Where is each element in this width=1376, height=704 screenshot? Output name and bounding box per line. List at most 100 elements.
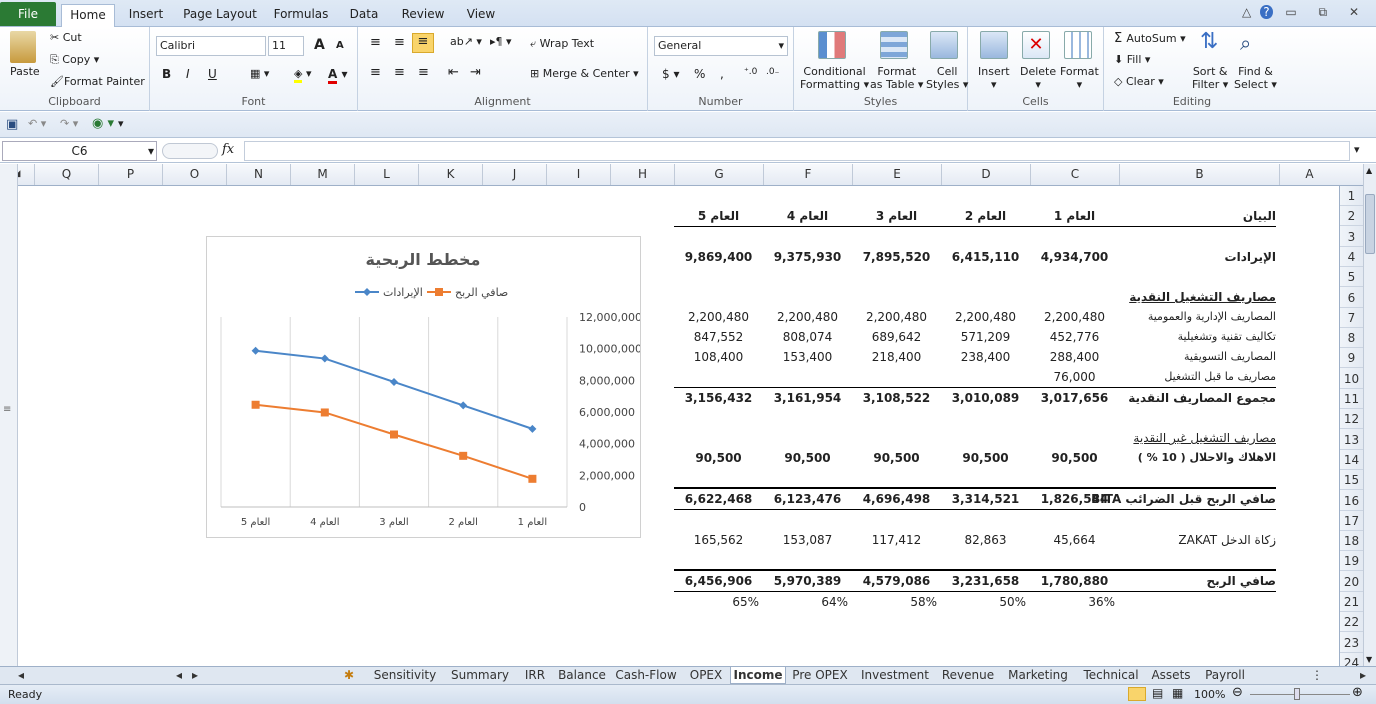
- align-right-icon[interactable]: ≡: [418, 65, 429, 80]
- ebita-cell[interactable]: 3,314,521: [941, 489, 1030, 509]
- clear-button[interactable]: ◇ Clear ▾: [1114, 75, 1164, 88]
- sort-filter-button[interactable]: Sort & Filter ▾: [1192, 65, 1228, 91]
- scroll-thumb[interactable]: [1365, 194, 1375, 254]
- sheet-tab-revenue[interactable]: Revenue: [936, 667, 1000, 684]
- ebita-cell[interactable]: 1,826,544: [1030, 489, 1119, 509]
- preop-label-cell[interactable]: مصاريف ما قبل التشغيل: [1124, 367, 1276, 387]
- customize-toolbar-icon[interactable]: ▾: [118, 117, 124, 130]
- paste-icon[interactable]: [10, 31, 36, 63]
- preop-cell[interactable]: 76,000: [1030, 367, 1119, 387]
- depreciation-cell[interactable]: 90,500: [1030, 448, 1119, 468]
- window-controls[interactable]: △? ▭ ⧉ ✕: [1242, 5, 1368, 20]
- zakat-cell[interactable]: 82,863: [941, 530, 1030, 550]
- sheet-tab-pre-opex[interactable]: Pre OPEX: [786, 667, 854, 684]
- total-opex-label-cell[interactable]: مجموع المصاريف النقدية: [1124, 388, 1276, 408]
- column-header[interactable]: A: [1279, 164, 1339, 185]
- sheet-tab-sensitivity[interactable]: Sensitivity: [366, 667, 444, 684]
- tab-view[interactable]: View: [458, 4, 504, 27]
- tech-cell[interactable]: 847,552: [674, 327, 763, 347]
- align-left-icon[interactable]: ≡: [370, 65, 381, 80]
- expand-formula-icon[interactable]: ▾: [1354, 143, 1360, 156]
- font-name-select[interactable]: Calibri: [156, 36, 266, 56]
- underline-button[interactable]: U: [208, 67, 217, 81]
- align-top-icon[interactable]: ≡: [370, 35, 381, 50]
- row-header[interactable]: 2: [1340, 206, 1363, 227]
- revenue-cell[interactable]: 4,934,700: [1030, 247, 1119, 267]
- autosum-button[interactable]: Σ AutoSum ▾: [1114, 31, 1186, 46]
- column-header[interactable]: Q: [34, 164, 98, 185]
- ebita-cell[interactable]: 6,123,476: [763, 489, 852, 509]
- zoom-slider-thumb[interactable]: [1294, 688, 1300, 700]
- depreciation-cell[interactable]: 90,500: [941, 448, 1030, 468]
- help-icon[interactable]: ?: [1260, 5, 1273, 19]
- insert-cells-icon[interactable]: [980, 31, 1008, 59]
- sheet-tab-payroll[interactable]: Payroll: [1196, 667, 1254, 684]
- profitability-chart[interactable]: مخطط الربحية صافي الربح الإيرادات 0 2,000,…: [206, 236, 642, 538]
- conditional-formatting-icon[interactable]: [818, 31, 846, 59]
- percent-button[interactable]: %: [694, 67, 705, 81]
- zakat-cell[interactable]: 165,562: [674, 530, 763, 550]
- column-header[interactable]: G: [674, 164, 763, 185]
- depreciation-cell[interactable]: 90,500: [674, 448, 763, 468]
- row-header[interactable]: 7: [1340, 308, 1363, 328]
- sheet-tab-investment[interactable]: Investment: [854, 667, 936, 684]
- noncash-title-cell[interactable]: مصاريف التشغيل غير النقدية: [1124, 428, 1276, 448]
- tech-cell[interactable]: 571,209: [941, 327, 1030, 347]
- total-opex-cell[interactable]: 3,017,656: [1030, 388, 1119, 408]
- marketing-label-cell[interactable]: المصاريف التسويقية: [1124, 347, 1276, 367]
- format-painter-button[interactable]: 🖌Format Painter: [50, 75, 145, 88]
- file-tab[interactable]: File: [0, 2, 56, 26]
- tech-cell[interactable]: 452,776: [1030, 327, 1119, 347]
- sheet-tab-opex[interactable]: OPEX: [682, 667, 730, 684]
- ebita-cell[interactable]: 6,622,468: [674, 489, 763, 509]
- decrease-decimal-icon[interactable]: .0₋: [766, 67, 779, 77]
- orientation-icon[interactable]: ab↗ ▾: [450, 35, 482, 48]
- row-header[interactable]: 22: [1340, 612, 1363, 633]
- row-header[interactable]: 17: [1340, 511, 1363, 531]
- tab-page-layout[interactable]: Page Layout: [180, 4, 260, 27]
- zoom-slider[interactable]: [1250, 694, 1350, 695]
- year-header-cell[interactable]: العام 5: [674, 206, 763, 226]
- format-cells-button[interactable]: Format ▾: [1060, 65, 1099, 91]
- undo-icon[interactable]: ↶ ▾: [28, 117, 46, 130]
- paste-button[interactable]: Paste: [10, 65, 40, 78]
- grow-font-button[interactable]: A: [314, 37, 325, 53]
- net-profit-cell[interactable]: 1,780,880: [1030, 571, 1119, 591]
- insert-cells-button[interactable]: Insert ▾: [978, 65, 1010, 91]
- row-header[interactable]: 11: [1340, 389, 1363, 409]
- scroll-down-icon[interactable]: ▼: [1366, 655, 1372, 664]
- increase-decimal-icon[interactable]: ⁺.0: [744, 67, 757, 77]
- delete-cells-button[interactable]: Delete ▾: [1020, 65, 1056, 91]
- tab-insert[interactable]: Insert: [122, 4, 170, 27]
- margin-cell[interactable]: 50%: [941, 592, 1030, 612]
- number-format-select[interactable]: General ▾: [654, 36, 788, 56]
- year-header-cell[interactable]: العام 1: [1030, 206, 1119, 226]
- admin-cell[interactable]: 2,200,480: [763, 307, 852, 327]
- year-header-cell[interactable]: العام 2: [941, 206, 1030, 226]
- admin-cell[interactable]: 2,200,480: [852, 307, 941, 327]
- name-box[interactable]: C6 ▾: [2, 141, 157, 161]
- revenue-cell[interactable]: 9,869,400: [674, 247, 763, 267]
- total-opex-cell[interactable]: 3,156,432: [674, 388, 763, 408]
- tab-review[interactable]: Review: [396, 4, 450, 27]
- align-middle-icon[interactable]: ≡: [394, 35, 405, 50]
- tab-formulas[interactable]: Formulas: [270, 4, 332, 27]
- sheet-tab-cash-flow[interactable]: Cash-Flow: [610, 667, 682, 684]
- font-size-select[interactable]: 11: [268, 36, 304, 56]
- row-header[interactable]: 15: [1340, 470, 1363, 491]
- row-header[interactable]: 6: [1340, 288, 1363, 308]
- row-header[interactable]: 1: [1340, 186, 1363, 206]
- admin-cell[interactable]: 2,200,480: [941, 307, 1030, 327]
- row-header[interactable]: 20: [1340, 572, 1363, 592]
- marketing-cell[interactable]: 218,400: [852, 347, 941, 367]
- tab-split-icon[interactable]: ⋮: [1310, 667, 1324, 684]
- marketing-cell[interactable]: 288,400: [1030, 347, 1119, 367]
- format-cells-icon[interactable]: [1064, 31, 1092, 59]
- depreciation-cell[interactable]: 90,500: [763, 448, 852, 468]
- margin-cell[interactable]: 58%: [852, 592, 941, 612]
- shrink-font-button[interactable]: A: [336, 40, 344, 51]
- rtl-icon[interactable]: ▸¶ ▾: [490, 35, 512, 48]
- column-header[interactable]: O: [162, 164, 226, 185]
- copy-button[interactable]: ⎘ Copy ▾: [50, 53, 99, 67]
- format-table-icon[interactable]: [880, 31, 908, 59]
